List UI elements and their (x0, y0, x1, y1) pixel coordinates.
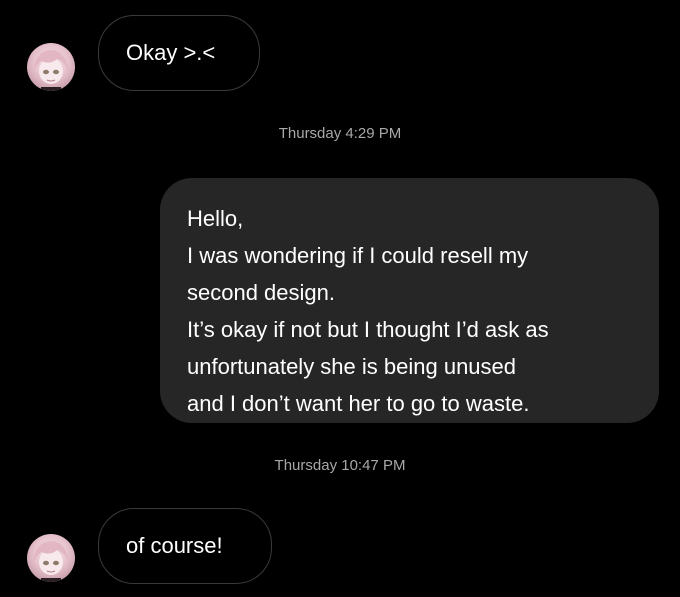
avatar[interactable] (27, 534, 75, 582)
message-line: unfortunately she is being unused (187, 354, 517, 379)
avatar[interactable] (27, 43, 75, 91)
timestamp: Thursday 4:29 PM (278, 125, 402, 142)
incoming-message[interactable]: Okay >.< (98, 15, 260, 91)
message-line: I was wondering if I could resell my (187, 243, 529, 268)
anime-avatar-icon (33, 541, 69, 582)
message-line: second design. (187, 280, 335, 305)
message-line: It’s okay if not but I thought I’d ask a… (187, 317, 549, 342)
message-text: Okay >.< (126, 40, 216, 65)
message-text: of course! (126, 533, 223, 558)
message-line: Hello, (187, 206, 244, 231)
message-line: and I don’t want her to go to waste. (187, 391, 530, 416)
outgoing-message[interactable]: Hello, I was wondering if I could resell… (160, 178, 659, 423)
anime-avatar-icon (33, 50, 69, 91)
incoming-message[interactable]: of course! (98, 508, 272, 584)
timestamp: Thursday 10:47 PM (274, 457, 406, 474)
